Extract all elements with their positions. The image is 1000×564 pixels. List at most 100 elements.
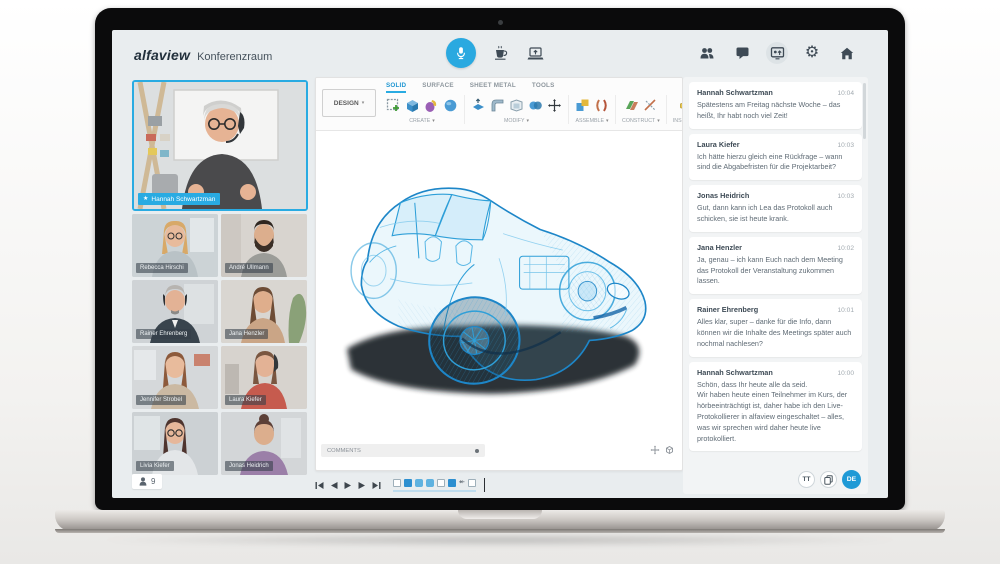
group-label[interactable]: MODIFY▾: [504, 118, 529, 124]
present-screen-button[interactable]: [766, 42, 788, 64]
message-text: Spätestens am Freitag nächste Woche – da…: [697, 100, 854, 122]
message-author: Laura Kiefer: [697, 140, 740, 149]
message-time: 10:02: [837, 245, 854, 252]
participants-button[interactable]: [696, 42, 718, 64]
move-icon[interactable]: [547, 98, 562, 113]
step-back-icon[interactable]: [330, 481, 338, 490]
timeline-extrude-chip[interactable]: [404, 479, 412, 487]
participant-tile[interactable]: Rebecca Hirschi: [132, 214, 218, 277]
design-dropdown[interactable]: DESIGN▾: [322, 89, 376, 117]
laptop-screen-bezel: alfaview Konferenzraum: [95, 8, 905, 510]
orbit-cube-icon[interactable]: [665, 445, 674, 455]
timeline-sketch-chip[interactable]: [393, 479, 401, 487]
group-label[interactable]: CONSTRUCT▾: [622, 118, 660, 124]
tab-surface[interactable]: SURFACE: [422, 82, 454, 93]
home-button[interactable]: [836, 42, 858, 64]
group-label[interactable]: INSPECT▾: [673, 118, 682, 124]
app-header: alfaview Konferenzraum: [112, 30, 888, 76]
play-icon[interactable]: [344, 481, 352, 490]
participant-tile[interactable]: Jana Henzler: [221, 280, 307, 343]
text-size-button[interactable]: TT: [798, 471, 815, 488]
skip-to-end-icon[interactable]: [372, 481, 381, 490]
message-time: 10:03: [837, 142, 854, 149]
create-sketch-icon[interactable]: [386, 98, 401, 113]
group-label[interactable]: CREATE▾: [409, 118, 435, 124]
tab-solid[interactable]: SOLID: [386, 82, 406, 93]
cad-toolbar: DESIGN▾ SOLID SURFACE SHEET METAL TOOLS: [316, 78, 682, 131]
moderator-star-icon: ★: [143, 196, 148, 202]
webcam-dot: [498, 20, 503, 25]
microphone-icon: [454, 46, 468, 60]
fillet-icon[interactable]: [490, 98, 505, 113]
combine-icon[interactable]: [528, 98, 543, 113]
participant-tile[interactable]: Laura Kiefer: [221, 346, 307, 409]
revolve-icon[interactable]: [424, 98, 439, 113]
copy-icon: [824, 475, 833, 485]
active-speaker-tile[interactable]: ★Hannah Schwartzman: [132, 80, 308, 211]
message-author: Jonas Heidrich: [697, 191, 749, 200]
copy-transcript-button[interactable]: [820, 471, 837, 488]
call-controls: [446, 38, 544, 68]
press-pull-icon[interactable]: [471, 98, 486, 113]
message-time: 10:00: [837, 370, 854, 377]
comments-label: COMMENTS: [327, 448, 361, 454]
construct-axis-icon[interactable]: [643, 98, 658, 113]
step-forward-icon[interactable]: [358, 481, 366, 490]
joint-icon[interactable]: [594, 98, 609, 113]
chat-message-list: Hannah Schwartzman 10:04 Spätestens am Fr…: [683, 77, 868, 456]
group-create: CREATE▾: [380, 95, 465, 124]
microphone-button[interactable]: [446, 38, 476, 68]
participant-tile[interactable]: Rainer Ehrenberg: [132, 280, 218, 343]
message-author: Hannah Schwartzman: [697, 88, 773, 97]
break-room-button[interactable]: [492, 44, 510, 62]
participant-tile[interactable]: André Ullmann: [221, 214, 307, 277]
timeline-marker[interactable]: [484, 478, 486, 492]
participant-name-tag: Livia Kiefer: [136, 461, 174, 471]
room-title: Konferenzraum: [197, 51, 272, 63]
participant-column: ★Hannah Schwartzman Rebecca Hirschi: [132, 80, 308, 211]
message-author: Rainer Ehrenberg: [697, 305, 758, 314]
sphere-icon[interactable]: [443, 98, 458, 113]
construct-plane-icon[interactable]: [624, 98, 639, 113]
chat-button[interactable]: [731, 42, 753, 64]
group-label[interactable]: ASSEMBLE▾: [575, 118, 608, 124]
participants-icon: [699, 46, 715, 60]
chat-panel[interactable]: Hannah Schwartzman 10:04 Spätestens am Fr…: [683, 77, 868, 494]
message-author: Jana Henzler: [697, 243, 742, 252]
chat-message: Hannah Schwartzman 10:04 Spätestens am Fr…: [689, 82, 862, 129]
settings-button[interactable]: ⚙: [801, 42, 823, 64]
participant-name-tag: André Ullmann: [225, 263, 273, 273]
message-time: 10:04: [837, 90, 854, 97]
cad-canvas[interactable]: [316, 131, 682, 440]
participant-tile[interactable]: Jonas Heidrich: [221, 412, 307, 475]
screen-share-button[interactable]: [526, 44, 544, 62]
participant-tile[interactable]: Livia Kiefer: [132, 412, 218, 475]
dropdown-caret-icon: ▾: [362, 100, 365, 106]
extrude-icon[interactable]: [405, 98, 420, 113]
comments-bar[interactable]: COMMENTS: [321, 444, 485, 457]
alfaview-logo: alfaview: [134, 47, 190, 63]
pan-icon[interactable]: [650, 445, 660, 455]
tab-sheet-metal[interactable]: SHEET METAL: [470, 82, 516, 93]
participant-name-tag: Jennifer Strobel: [136, 395, 186, 405]
participant-count[interactable]: 9: [132, 474, 162, 489]
message-text: Alles klar, super – danke für die Info, …: [697, 317, 854, 349]
timeline-rollback-icon[interactable]: ↞: [459, 479, 465, 486]
timeline-feature-chip[interactable]: [448, 479, 456, 487]
timeline-feature-track[interactable]: ↞: [393, 479, 476, 492]
timeline-feature-chip[interactable]: [468, 479, 476, 487]
participant-count-value: 9: [151, 477, 155, 486]
measure-icon[interactable]: [679, 98, 682, 113]
skip-to-start-icon[interactable]: [315, 481, 324, 490]
new-component-icon[interactable]: [575, 98, 590, 113]
shared-cad-window: DESIGN▾ SOLID SURFACE SHEET METAL TOOLS: [315, 77, 683, 471]
tab-tools[interactable]: TOOLS: [532, 82, 555, 93]
chat-scrollbar[interactable]: [863, 83, 866, 139]
shell-icon[interactable]: [509, 98, 524, 113]
language-badge[interactable]: DE: [842, 470, 861, 489]
timeline-sketch-chip[interactable]: [437, 479, 445, 487]
participant-tile[interactable]: Jennifer Strobel: [132, 346, 218, 409]
participant-name-tag: Jonas Heidrich: [225, 461, 273, 471]
timeline-fillet-chip[interactable]: [415, 479, 423, 487]
timeline-feature-chip[interactable]: [426, 479, 434, 487]
